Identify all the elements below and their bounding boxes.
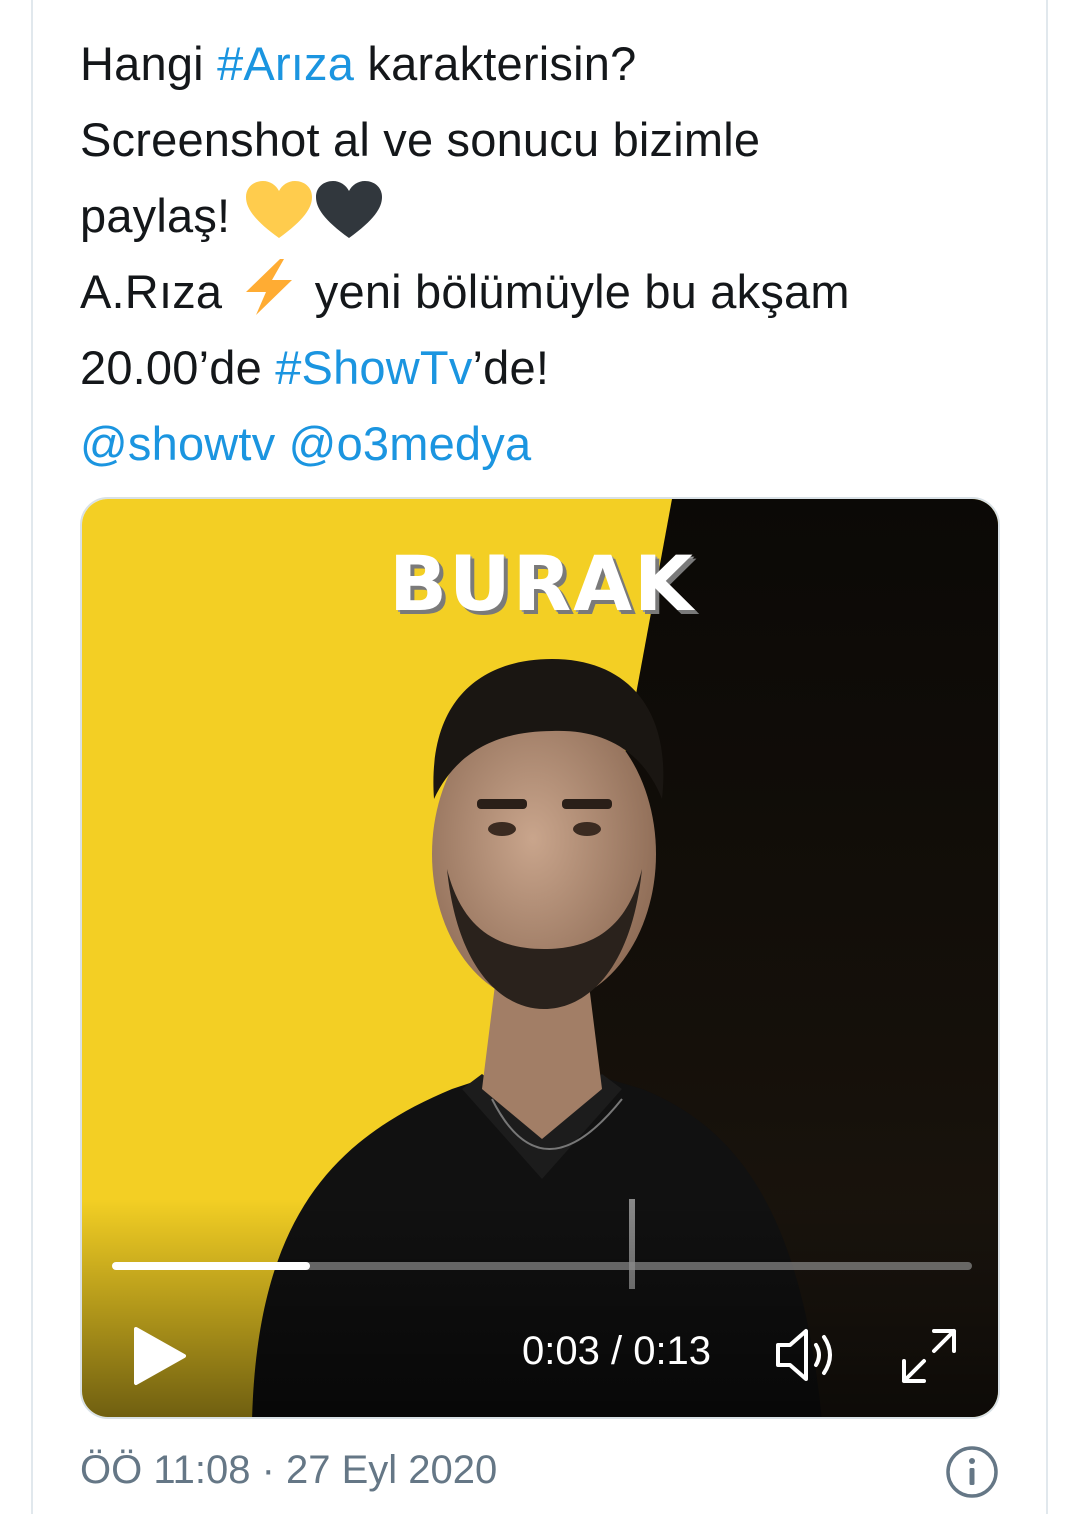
- tweet-line-3: paylaş!: [80, 178, 1020, 254]
- text-fragment: A.Rıza: [80, 265, 236, 318]
- text-fragment: Hangi: [80, 37, 218, 90]
- video-player[interactable]: BURAK 0:03 / 0:13: [80, 497, 1000, 1419]
- tweet-line-4: A.Rıza yeni bölümüyle bu akşam: [80, 254, 1020, 330]
- volume-icon: [776, 1329, 832, 1381]
- yellow-heart-icon: [244, 180, 314, 262]
- video-progress-fill: [112, 1262, 310, 1270]
- tweet-line-5: 20.00’de #ShowTv’de!: [80, 330, 1020, 406]
- timeline-border-right: [1046, 0, 1048, 1514]
- video-overlay-title: BURAK: [389, 539, 695, 628]
- tweet-line-2: Screenshot al ve sonucu bizimle: [80, 113, 761, 166]
- tweet-timestamp[interactable]: ÖÖ 11:08 · 27 Eyl 2020: [80, 1448, 497, 1493]
- video-frame-image: [82, 499, 998, 1417]
- mention-showtv-link[interactable]: @showtv: [80, 417, 275, 470]
- text-fragment: paylaş!: [80, 189, 244, 242]
- video-time-display: 0:03 / 0:13: [522, 1329, 712, 1373]
- text-fragment: 20.00’de: [80, 341, 276, 394]
- tweet-text: Hangi #Arıza karakterisin? Screenshot al…: [80, 26, 1020, 482]
- info-icon: [946, 1446, 998, 1498]
- black-heart-icon: [314, 180, 384, 262]
- video-progress-bar[interactable]: [112, 1262, 972, 1270]
- fullscreen-button[interactable]: [894, 1321, 964, 1391]
- high-voltage-icon: [236, 258, 302, 338]
- text-fragment: karakterisin?: [354, 37, 637, 90]
- hashtag-showtv-link[interactable]: #ShowTv: [275, 341, 472, 394]
- play-icon: [134, 1327, 186, 1385]
- volume-button[interactable]: [772, 1325, 844, 1385]
- play-button[interactable]: [130, 1325, 190, 1387]
- text-fragment: yeni bölümüyle bu akşam: [301, 265, 850, 318]
- info-button[interactable]: [945, 1445, 999, 1499]
- fullscreen-icon: [902, 1329, 956, 1383]
- mention-o3medya-link[interactable]: @o3medya: [289, 417, 532, 470]
- tweet-line-6: @showtv @o3medya: [80, 406, 1020, 482]
- timeline-border-left: [31, 0, 33, 1514]
- text-fragment: ’de!: [472, 341, 550, 394]
- tweet-line-1: Hangi #Arıza karakterisin?: [80, 26, 1020, 102]
- hashtag-ariza-link[interactable]: #Arıza: [217, 37, 354, 90]
